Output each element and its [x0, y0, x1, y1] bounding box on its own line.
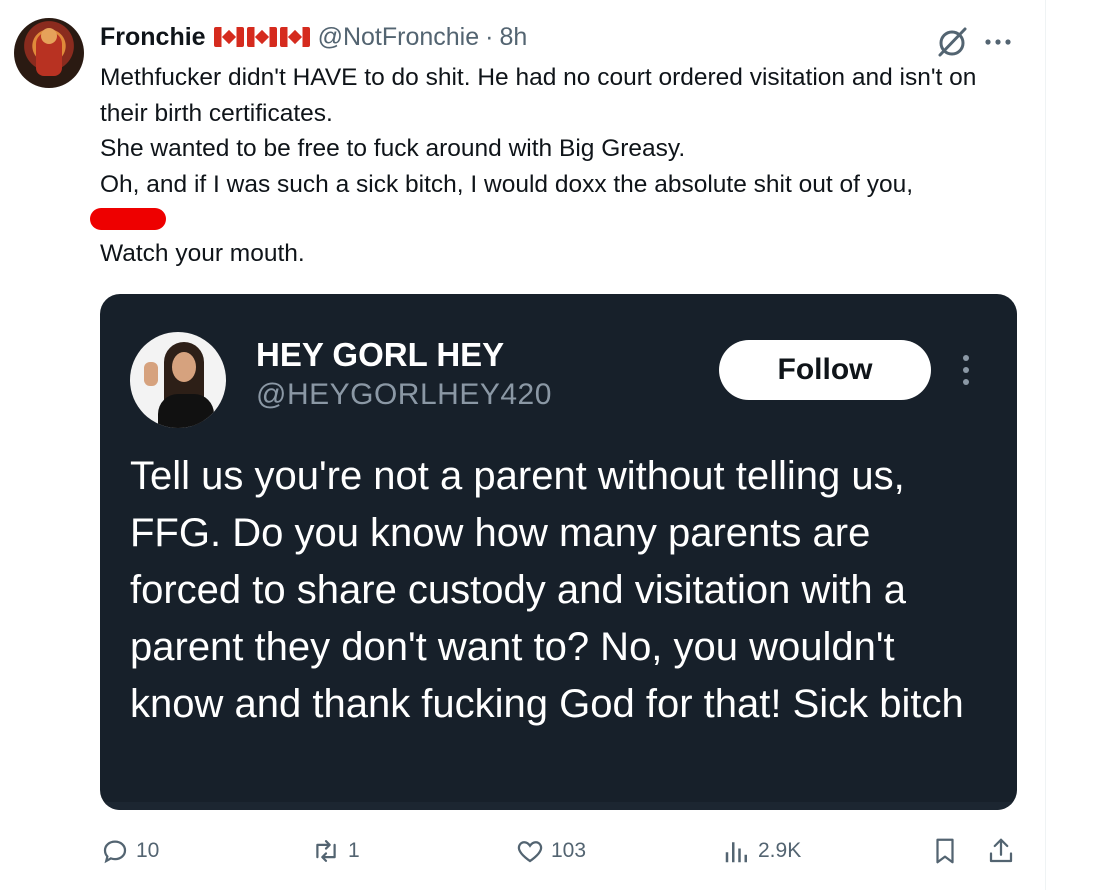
- tweet-line: Oh, and if I was such a sick bitch, I wo…: [100, 170, 914, 198]
- tweet-line: She wanted to be free to fuck around wit…: [100, 135, 686, 162]
- vertical-more-icon[interactable]: [956, 352, 976, 388]
- like-count: 103: [551, 839, 587, 862]
- tweet-header: Fronchie @NotFronchie · 8h: [100, 22, 527, 52]
- heart-icon: [517, 841, 543, 863]
- quoted-name: HEY GORL HEY: [256, 336, 505, 373]
- quoted-text: Tell us you're not a parent without tell…: [130, 454, 964, 726]
- share-icon: [989, 838, 1013, 863]
- avatar-head: [41, 28, 57, 44]
- canada-flag-icon: [246, 27, 277, 47]
- repost-button[interactable]: 1: [310, 836, 360, 866]
- author-name[interactable]: Fronchie: [100, 23, 206, 52]
- quoted-handle: @HEYGORLHEY420: [256, 378, 552, 411]
- reply-count: 10: [136, 839, 160, 862]
- avatar-face: [172, 352, 196, 382]
- more-options-icon[interactable]: [983, 27, 1013, 57]
- repost-count: 1: [348, 839, 360, 862]
- views-button[interactable]: 2.9K: [722, 836, 801, 866]
- like-button[interactable]: 103: [515, 836, 586, 866]
- avatar-body: [158, 394, 214, 428]
- quoted-avatar: [130, 332, 226, 428]
- bookmark-icon: [936, 838, 954, 864]
- author-flags: [213, 27, 310, 47]
- action-bar: 10 1 103 2.9K: [100, 836, 1020, 870]
- views-chart-icon: [725, 842, 747, 863]
- avatar-hand: [144, 362, 158, 386]
- share-button[interactable]: [986, 836, 1016, 866]
- canada-flag-icon: [213, 27, 244, 47]
- quoted-card-footer: [100, 802, 1017, 810]
- separator-dot: ·: [485, 22, 494, 51]
- canada-flag-icon: [279, 27, 310, 47]
- tweet-line: Methfucker didn't HAVE to do shit. He ha…: [100, 64, 977, 127]
- view-count: 2.9K: [758, 839, 802, 862]
- repost-icon: [316, 840, 336, 862]
- follow-button[interactable]: Follow: [719, 340, 931, 400]
- author-avatar[interactable]: [14, 18, 84, 88]
- redaction-mark: [90, 208, 166, 230]
- tweet-closing-line: Watch your mouth.: [100, 240, 305, 267]
- grok-icon[interactable]: [934, 24, 970, 60]
- reply-icon: [103, 840, 127, 864]
- bookmark-button[interactable]: [930, 836, 960, 866]
- quoted-tweet-card[interactable]: HEY GORL HEY @HEYGORLHEY420 Follow Tell …: [100, 294, 1017, 810]
- reply-button[interactable]: 10: [100, 836, 159, 866]
- timeline-border: [1045, 0, 1046, 890]
- author-handle[interactable]: @NotFronchie: [318, 23, 480, 52]
- tweet-time[interactable]: 8h: [499, 23, 527, 52]
- tweet-text: Methfucker didn't HAVE to do shit. He ha…: [100, 60, 1020, 202]
